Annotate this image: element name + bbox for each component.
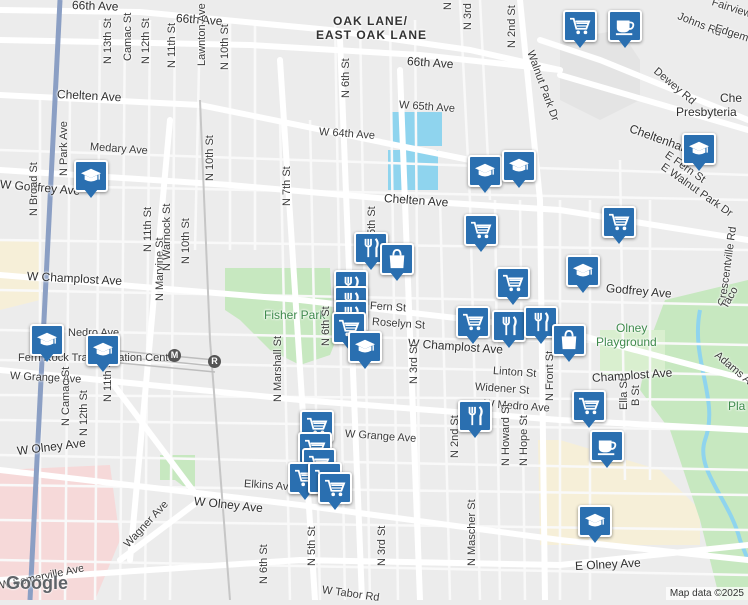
shopping-cart-icon[interactable] xyxy=(464,214,498,254)
shopping-bag-icon[interactable] xyxy=(380,243,414,283)
street-66th-mid: 66th Ave xyxy=(406,54,454,72)
street-n-hope: N Hope St xyxy=(518,415,530,466)
street-e-olney: E Olney Ave xyxy=(574,555,642,573)
street-n-12th: N 12th St xyxy=(140,18,152,64)
graduation-cap-icon[interactable] xyxy=(682,133,716,173)
street-n-warnock: N Warnock St xyxy=(161,203,173,271)
street-n-howard: N Howard St xyxy=(500,403,512,466)
graduation-cap-icon[interactable] xyxy=(348,331,382,371)
metro-station-icon[interactable]: M xyxy=(168,349,181,362)
street-lawnton: Lawnton Ave xyxy=(196,3,208,66)
reservoir-south xyxy=(388,150,438,190)
area-label-oak-lane: OAK LANE/ xyxy=(333,14,408,28)
street-n-10th: N 10th St xyxy=(219,24,231,70)
shopping-cart-icon[interactable] xyxy=(318,472,352,512)
graduation-cap-icon[interactable] xyxy=(578,505,612,545)
graduation-cap-icon[interactable] xyxy=(566,255,600,295)
street-n-5th-low: N 5th St xyxy=(306,526,318,566)
park-label-playground: Playground xyxy=(596,335,657,349)
shopping-cart-icon[interactable] xyxy=(572,390,606,430)
street-n-mascher: N Mascher St xyxy=(466,499,478,566)
area-label-east-oak-lane: EAST OAK LANE xyxy=(316,28,428,42)
street-n-10th-low: N 10th St xyxy=(180,218,192,264)
street-n-camac: N Camac St xyxy=(60,366,72,426)
shopping-cart-icon[interactable] xyxy=(496,267,530,307)
graduation-cap-icon[interactable] xyxy=(74,160,108,200)
google-logo: Google xyxy=(6,573,68,593)
graduation-cap-icon[interactable] xyxy=(468,155,502,195)
graduation-cap-icon[interactable] xyxy=(30,324,64,364)
street-n-10th-mid: N 10th St xyxy=(204,135,216,181)
street-n-park-ave: N Park Ave xyxy=(58,121,70,176)
street-ella: Ella St xyxy=(618,378,630,410)
street-b: B St xyxy=(630,385,642,406)
street-n-2nd-top: N 2nd St xyxy=(506,5,518,48)
street-n-6th-low: N 6th St xyxy=(258,544,270,584)
park-label-olney: Olney xyxy=(616,321,648,335)
park-label-fisher: Fisher Park xyxy=(264,308,326,322)
map-canvas[interactable]: OAK LANE/ EAST OAK LANE Fisher Park Olne… xyxy=(0,0,748,604)
street-n-11th: N 11th St xyxy=(166,22,178,68)
shopping-cart-icon[interactable] xyxy=(456,306,490,346)
label-edge-1: Che xyxy=(720,91,743,105)
street-n-6th-top: N 6th St xyxy=(340,58,352,98)
fork-knife-icon[interactable] xyxy=(492,310,526,350)
street-n-6th-mid: N 6th St xyxy=(320,306,332,346)
shopping-cart-icon[interactable] xyxy=(563,10,597,50)
street-n-3rd-low: N 3rd St xyxy=(376,525,388,566)
street-n-7th: N 7th St xyxy=(281,166,293,206)
street-66th-top-left: 66th Ave xyxy=(71,0,119,14)
street-n-3rd-top: N 3rd St xyxy=(462,0,474,30)
street-n-4th-top: N 4th St xyxy=(442,0,454,10)
street-fern: Fern St xyxy=(369,300,407,315)
shopping-cart-icon[interactable] xyxy=(602,206,636,246)
street-n-marshall: N Marshall St xyxy=(272,335,284,402)
street-n-3rd-mid: N 3rd St xyxy=(408,343,420,384)
street-n-broad: N Broad St xyxy=(28,162,40,216)
street-n-11th-mid: N 11th St xyxy=(142,206,154,252)
coffee-cup-icon[interactable] xyxy=(608,10,642,50)
street-chelten-left: Chelten Ave xyxy=(56,87,122,105)
label-edge-5: Pla xyxy=(728,399,746,413)
label-edge-2: Presbyteria xyxy=(676,105,737,119)
street-camac: Camac St xyxy=(122,12,134,61)
street-n-13th: N 13th St xyxy=(102,18,114,64)
graduation-cap-icon[interactable] xyxy=(86,334,120,374)
shopping-bag-icon[interactable] xyxy=(552,324,586,364)
fork-knife-icon[interactable] xyxy=(458,400,492,440)
graduation-cap-icon[interactable] xyxy=(502,150,536,190)
rail-station-icon[interactable]: R xyxy=(208,355,221,368)
street-n-12th-low: N 12th St xyxy=(78,390,90,436)
map-attribution[interactable]: Map data ©2025 xyxy=(665,587,748,600)
coffee-cup-icon[interactable] xyxy=(590,430,624,470)
